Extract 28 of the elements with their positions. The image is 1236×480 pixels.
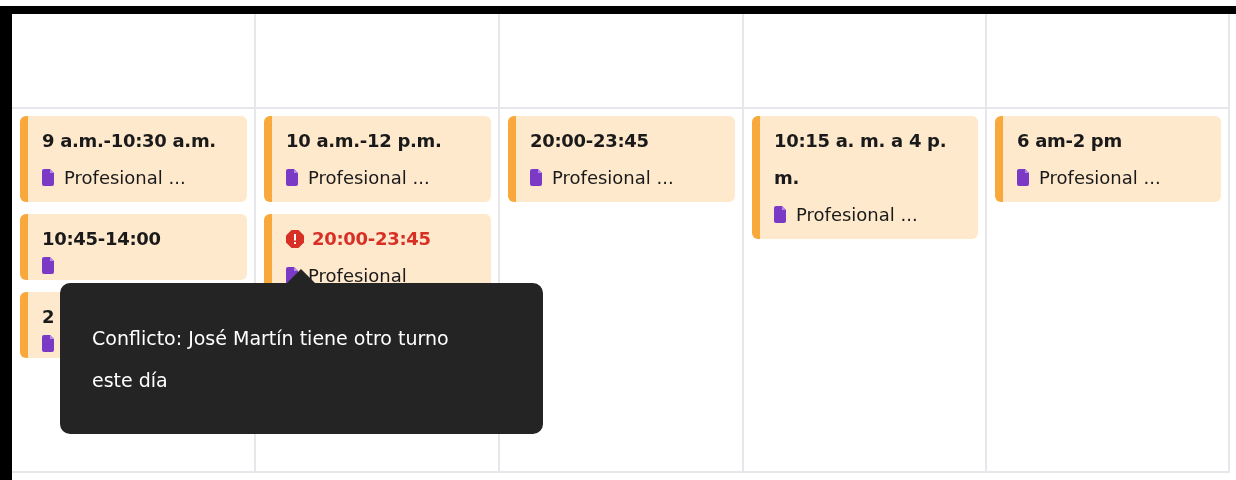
shift-card[interactable]: 10:45-14:00 — [20, 214, 247, 280]
shift-card[interactable]: 6 am-2 pm Profesional ... — [995, 116, 1221, 202]
conflict-tooltip: Conflicto: José Martín tiene otro turno este día — [60, 283, 543, 434]
shift-time: 10 a.m.-12 p.m. — [286, 130, 442, 151]
shift-card[interactable]: 10 a.m.-12 p.m. Profesional ... — [264, 116, 491, 202]
file-icon — [42, 169, 54, 186]
shift-time: 2 — [42, 306, 55, 327]
shift-description: Profesional ... — [552, 166, 674, 190]
shift-card[interactable]: 10:15 a. m. a 4 p. m. Profesional ... — [752, 116, 978, 239]
shift-card[interactable]: 20:00-23:45 Profesional ... — [508, 116, 735, 202]
shift-time: 20:00-23:45 — [530, 130, 649, 151]
shift-card[interactable]: 9 a.m.-10:30 a.m. Profesional ... — [20, 116, 247, 202]
file-icon — [1017, 169, 1029, 186]
shift-description: Profesional ... — [796, 203, 918, 227]
file-icon — [42, 257, 54, 274]
shift-time: 20:00-23:45 — [312, 228, 431, 249]
shift-time: 10:15 a. m. a 4 p. m. — [774, 130, 947, 188]
shift-description: Profesional ... — [64, 166, 186, 190]
shift-time: 6 am-2 pm — [1017, 130, 1122, 151]
warning-icon — [286, 230, 304, 248]
shift-description: Profesional ... — [1039, 166, 1161, 190]
file-icon — [42, 335, 54, 352]
file-icon — [530, 169, 542, 186]
shift-description: Profesional ... — [308, 166, 430, 190]
shift-time: 10:45-14:00 — [42, 228, 161, 249]
file-icon — [774, 206, 786, 223]
file-icon — [286, 169, 298, 186]
shift-time: 9 a.m.-10:30 a.m. — [42, 130, 216, 151]
